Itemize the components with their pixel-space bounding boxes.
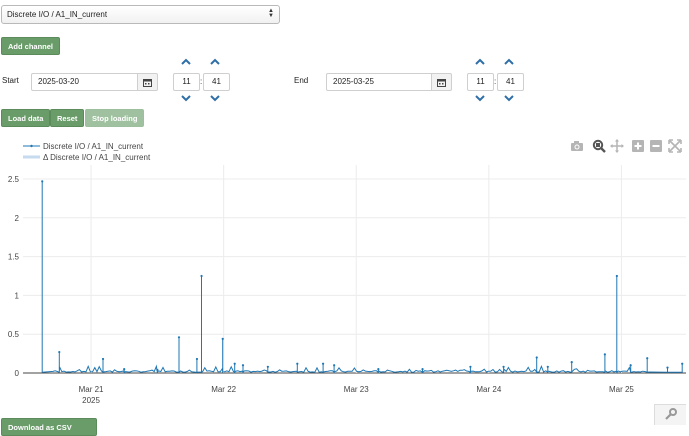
edit-chart-button[interactable] — [654, 404, 686, 425]
plot-area[interactable] — [41, 180, 684, 375]
y-tick-label: 2.5 — [8, 175, 20, 184]
data-point[interactable] — [41, 180, 44, 183]
end-label: End — [294, 76, 309, 85]
data-point[interactable] — [646, 357, 649, 360]
data-point[interactable] — [266, 365, 269, 368]
data-point[interactable] — [666, 366, 669, 369]
end-minute-down-icon[interactable] — [504, 95, 514, 102]
data-point[interactable] — [469, 365, 472, 368]
channel-select[interactable]: Discrete I/O / A1_IN_current ▲ ▼ — [1, 5, 280, 24]
x-tick-label: Mar 22 — [211, 385, 236, 394]
legend-marker-swatch — [30, 144, 33, 148]
data-point[interactable] — [233, 362, 236, 365]
start-minute-input[interactable]: 41 — [203, 73, 230, 91]
start-date-input[interactable]: 2025-03-20 — [31, 73, 138, 91]
legend: Discrete I/O / A1_IN_current Δ Discrete … — [23, 142, 151, 162]
end-hour-down-icon[interactable] — [475, 95, 485, 102]
load-data-button[interactable]: Load data — [1, 109, 51, 127]
data-point[interactable] — [377, 368, 380, 371]
x-tick-label: Mar 24 — [476, 385, 501, 394]
x-tick-label: Mar 25 — [609, 385, 634, 394]
start-label: Start — [2, 76, 19, 85]
start-minute-down-icon[interactable] — [210, 95, 220, 102]
y-tick-label: 2 — [15, 214, 20, 223]
data-point[interactable] — [195, 357, 199, 361]
x-tick-label: Mar 23 — [344, 385, 369, 394]
data-point[interactable] — [123, 368, 126, 371]
end-date-input[interactable]: 2025-03-25 — [326, 73, 432, 91]
download-csv-button[interactable]: Download as CSV — [1, 418, 97, 436]
data-point[interactable] — [570, 361, 573, 364]
chart: Discrete I/O / A1_IN_current Δ Discrete … — [8, 142, 686, 405]
y-tick-label: 1 — [15, 291, 20, 300]
start-hour-down-icon[interactable] — [181, 95, 191, 102]
stop-loading-button[interactable]: Stop loading — [85, 109, 145, 127]
start-minute-up-icon[interactable] — [210, 58, 220, 65]
select-arrows-icon: ▲ ▼ — [268, 8, 274, 19]
data-point[interactable] — [221, 337, 224, 340]
y-tick-label: 1.5 — [8, 253, 20, 262]
data-point[interactable] — [321, 362, 325, 365]
y-tick-label: 0.5 — [8, 330, 20, 339]
x-axis-ticks: Mar 21 2025 Mar 22 Mar 23 Mar 24 Mar 25 — [79, 385, 635, 405]
legend-label-series: Discrete I/O / A1_IN_current — [43, 142, 144, 151]
start-time-separator: : — [200, 77, 203, 86]
start-hour-up-icon[interactable] — [181, 58, 191, 65]
legend-item-delta[interactable]: Δ Discrete I/O / A1_IN_current — [23, 153, 151, 162]
data-point[interactable] — [603, 353, 606, 356]
end-hour-up-icon[interactable] — [475, 58, 485, 65]
data-point[interactable] — [502, 365, 505, 368]
chart-grid — [23, 165, 686, 374]
y-tick-label: 0 — [15, 369, 20, 378]
data-point[interactable] — [546, 365, 549, 368]
data-point[interactable] — [421, 368, 424, 371]
end-time-separator: : — [494, 77, 497, 86]
channel-select-value: Discrete I/O / A1_IN_current — [7, 10, 108, 19]
start-calendar-button[interactable] — [138, 73, 158, 91]
series-line[interactable] — [41, 181, 683, 375]
wrench-icon — [665, 408, 677, 420]
y-axis-ticks: 2.5 2 1.5 1 0.5 0 — [8, 175, 20, 378]
x-tick-label: Mar 21 — [79, 385, 104, 394]
legend-item-series[interactable]: Discrete I/O / A1_IN_current — [23, 142, 144, 151]
end-calendar-button[interactable] — [432, 73, 452, 91]
data-point[interactable] — [615, 274, 618, 278]
data-point[interactable] — [200, 274, 203, 278]
data-point[interactable] — [535, 356, 538, 359]
data-point[interactable] — [58, 350, 61, 354]
data-point[interactable] — [177, 336, 181, 339]
reset-button[interactable]: Reset — [50, 109, 85, 127]
calendar-icon — [437, 78, 446, 87]
data-point[interactable] — [156, 368, 159, 371]
data-point[interactable] — [101, 357, 105, 361]
end-minute-up-icon[interactable] — [504, 58, 514, 65]
data-point[interactable] — [241, 364, 245, 367]
start-hour-input[interactable]: 11 — [173, 73, 200, 91]
add-channel-button[interactable]: Add channel — [1, 37, 61, 55]
data-point[interactable] — [296, 362, 299, 365]
calendar-icon — [143, 78, 152, 87]
data-point[interactable] — [681, 362, 684, 365]
data-point[interactable] — [333, 364, 336, 367]
legend-label-delta: Δ Discrete I/O / A1_IN_current — [43, 153, 151, 162]
data-point[interactable] — [629, 364, 632, 367]
x-tick-sublabel: 2025 — [82, 396, 100, 405]
end-minute-input[interactable]: 41 — [497, 73, 524, 91]
end-hour-input[interactable]: 11 — [467, 73, 494, 91]
